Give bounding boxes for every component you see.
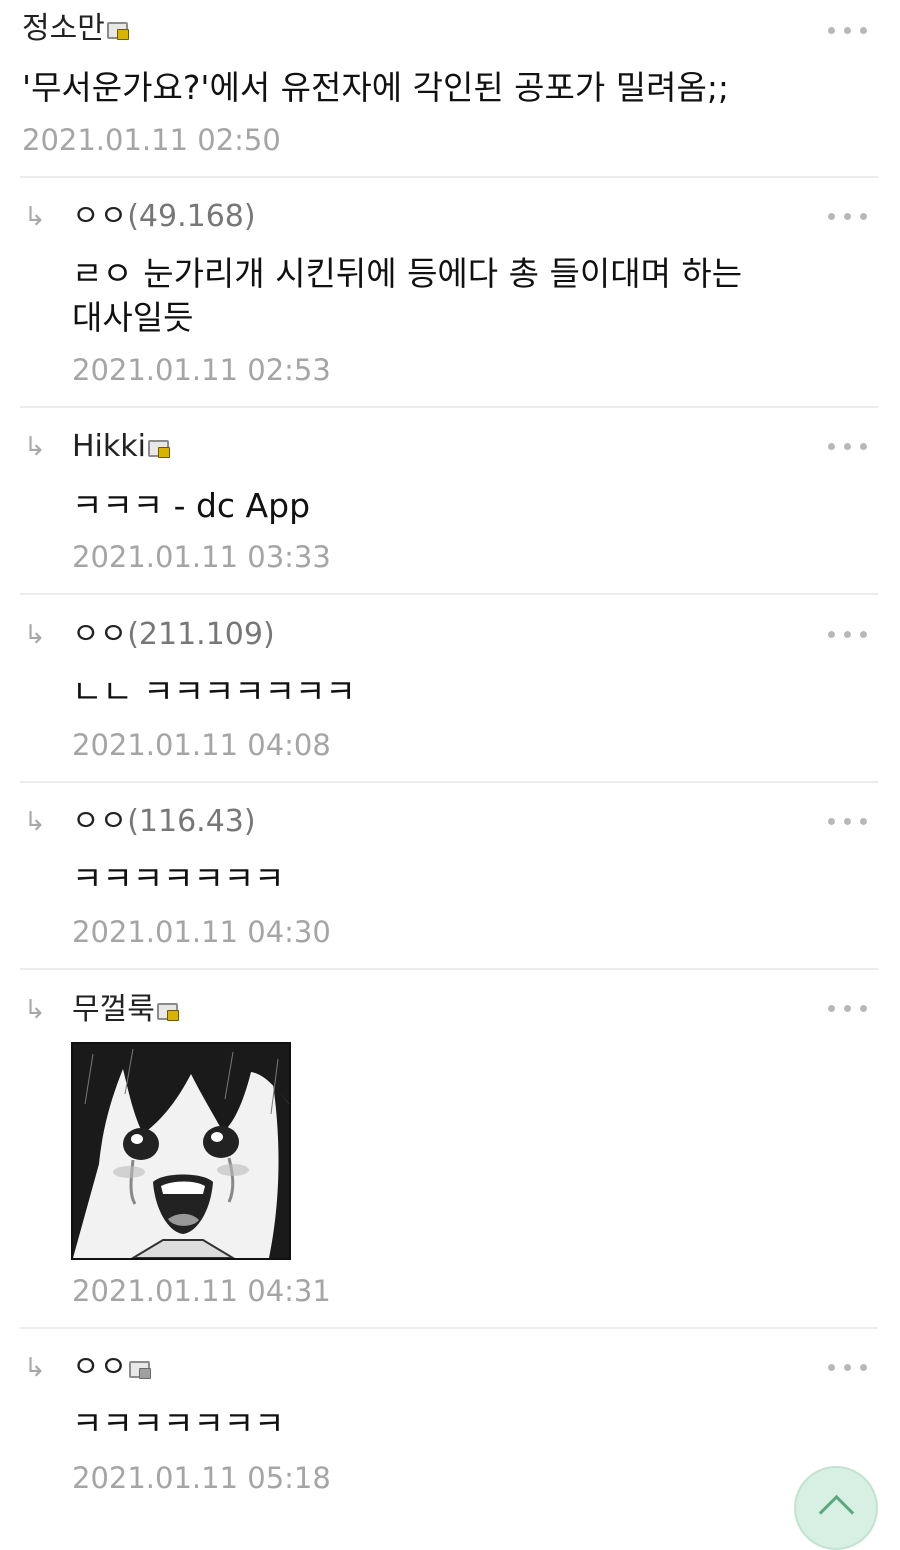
gallery-member-badge-icon — [156, 1003, 179, 1021]
comment-text: ㄹㅇ 눈가리개 시킨뒤에 등에다 총 들이대며 하는 — [72, 254, 743, 293]
comment-author[interactable]: 무껄룩 — [72, 992, 179, 1027]
comment-timestamp: 2021.01.11 05:18 — [72, 1461, 331, 1495]
divider — [20, 176, 878, 178]
more-options-button[interactable] — [826, 206, 870, 226]
comment-text-continued: 대사일듯 — [72, 298, 194, 337]
author-name: ㅇㅇ — [72, 804, 128, 839]
more-options-button[interactable] — [826, 624, 870, 644]
more-options-button[interactable] — [826, 436, 870, 456]
author-name: 무껄룩 — [72, 992, 155, 1027]
gallery-member-badge-icon — [147, 440, 170, 458]
comment-text: ㅋㅋㅋㅋㅋㅋㅋ — [72, 859, 285, 898]
comment-text: ㅋㅋㅋㅋㅋㅋㅋ — [72, 1404, 285, 1443]
comment-author[interactable]: ㅇㅇ(116.43) — [72, 807, 256, 837]
author-name: ㅇㅇ — [72, 617, 128, 652]
author-ip: (116.43) — [127, 804, 256, 839]
comment-author[interactable]: ㅇㅇ(49.168) — [72, 202, 256, 232]
author-name: ㅇㅇ — [72, 1350, 128, 1385]
gallery-member-badge-icon — [106, 22, 129, 40]
author-name: ㅇㅇ — [72, 199, 128, 234]
comment-timestamp: 2021.01.11 02:53 — [72, 353, 331, 387]
comment-timestamp: 2021.01.11 03:33 — [72, 540, 331, 574]
reply-arrow-icon: ↳ — [24, 202, 46, 232]
comment-timestamp: 2021.01.11 02:50 — [22, 123, 281, 157]
comment-text: ㄴㄴ ㅋㅋㅋㅋㅋㅋㅋ — [72, 672, 356, 711]
comment-timestamp: 2021.01.11 04:30 — [72, 915, 331, 949]
author-name: Hikki — [72, 429, 146, 464]
author-ip: (49.168) — [127, 199, 256, 234]
reply-arrow-icon: ↳ — [24, 1353, 46, 1383]
author-ip: (211.109) — [127, 617, 275, 652]
divider — [20, 1327, 878, 1329]
more-options-button[interactable] — [826, 20, 870, 40]
comment-timestamp: 2021.01.11 04:31 — [72, 1274, 331, 1308]
more-options-button[interactable] — [826, 1357, 870, 1377]
comment-text: ㅋㅋㅋ - dc App — [72, 486, 311, 525]
comment-author[interactable]: 정소만 — [22, 11, 129, 46]
divider — [20, 593, 878, 595]
comment-author[interactable]: ㅇㅇ — [72, 1350, 152, 1385]
divider — [20, 781, 878, 783]
reply-arrow-icon: ↳ — [24, 807, 46, 837]
reply-arrow-icon: ↳ — [24, 995, 46, 1025]
scroll-to-top-button[interactable] — [794, 1466, 878, 1550]
reply-arrow-icon: ↳ — [24, 620, 46, 650]
more-options-button[interactable] — [826, 811, 870, 831]
author-name: 정소만 — [22, 11, 105, 46]
comment-timestamp: 2021.01.11 04:08 — [72, 728, 331, 762]
gallery-member-badge-icon — [129, 1361, 152, 1379]
dccon-image[interactable] — [71, 1042, 291, 1260]
comment-author[interactable]: Hikki — [72, 429, 170, 464]
divider — [20, 406, 878, 408]
crying-girl-image — [73, 1044, 289, 1258]
comment-author[interactable]: ㅇㅇ(211.109) — [72, 620, 275, 650]
comment-text: '무서운가요?'에서 유전자에 각인된 공포가 밀려옴;; — [22, 68, 730, 107]
reply-arrow-icon: ↳ — [24, 432, 46, 462]
more-options-button[interactable] — [826, 998, 870, 1018]
divider — [20, 968, 878, 970]
